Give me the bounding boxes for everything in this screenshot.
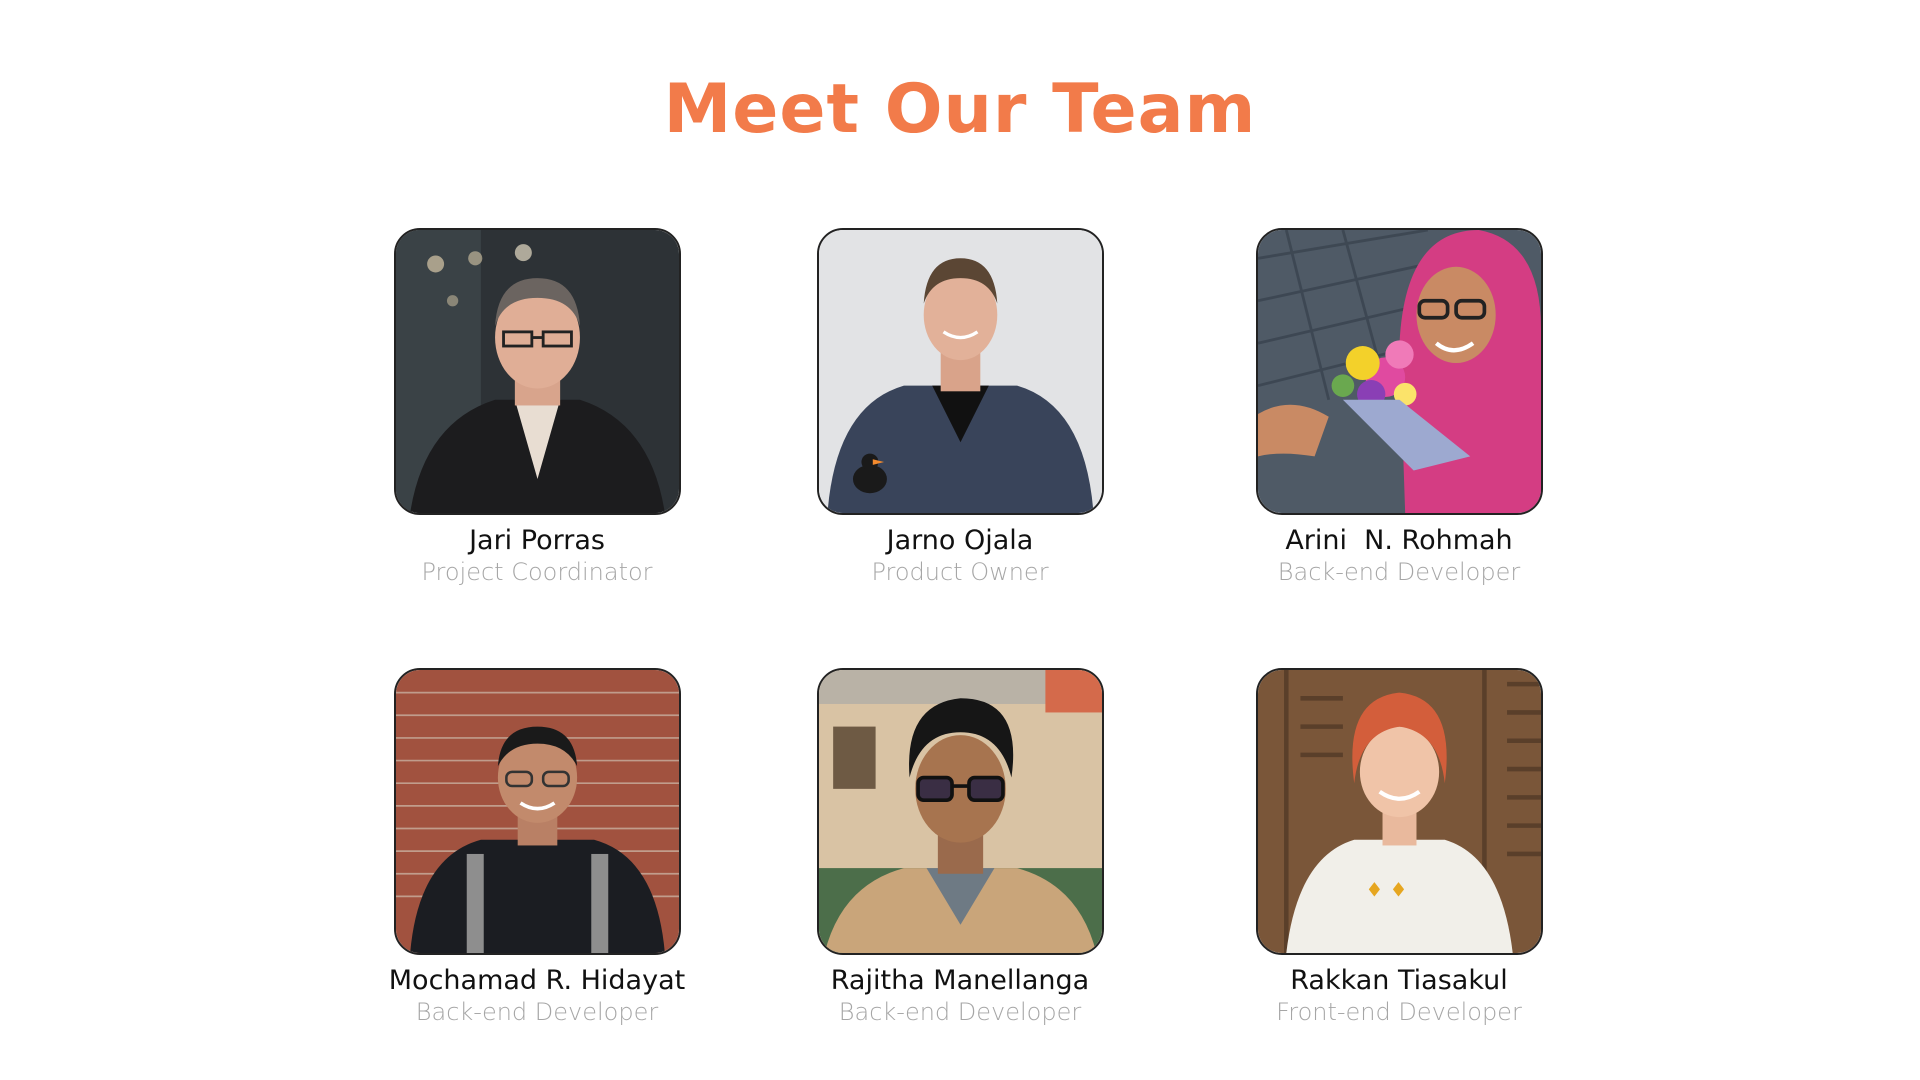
team-member-card: ♦ ♦ Rakkan Tiasakul Front-end Developer: [1189, 668, 1609, 1027]
profile-photo: [816, 228, 1104, 515]
page-title: Meet Our Team: [663, 70, 1257, 149]
member-role: Back-end Developer: [838, 998, 1082, 1026]
member-name: Rakkan Tiasakul: [1290, 965, 1508, 996]
profile-photo: [393, 668, 681, 955]
member-name: Jari Porras: [469, 525, 605, 556]
team-member-card: Arini N. Rohmah Back-end Developer: [1189, 228, 1609, 587]
member-name: Mochamad R. Hidayat: [388, 965, 686, 996]
member-name: Jarno Ojala: [886, 525, 1034, 556]
svg-text:♦ ♦: ♦ ♦: [1365, 878, 1407, 901]
profile-photo: [393, 228, 681, 515]
team-member-card: Jarno Ojala Product Owner: [750, 228, 1170, 587]
team-member-card: Rajitha Manellanga Back-end Developer: [750, 668, 1170, 1027]
member-role: Project Coordinator: [421, 558, 653, 586]
team-member-card: Mochamad R. Hidayat Back-end Developer: [327, 668, 747, 1027]
profile-photo: [816, 668, 1104, 955]
member-role: Back-end Developer: [1277, 558, 1521, 586]
member-role: Back-end Developer: [415, 998, 659, 1026]
member-role: Product Owner: [871, 558, 1049, 586]
team-member-card: Jari Porras Project Coordinator: [327, 228, 747, 587]
member-name: Arini N. Rohmah: [1285, 525, 1513, 556]
member-name: Rajitha Manellanga: [830, 965, 1090, 996]
member-role: Front-end Developer: [1276, 998, 1522, 1026]
profile-photo: [1255, 228, 1543, 515]
profile-photo: ♦ ♦: [1255, 668, 1543, 955]
